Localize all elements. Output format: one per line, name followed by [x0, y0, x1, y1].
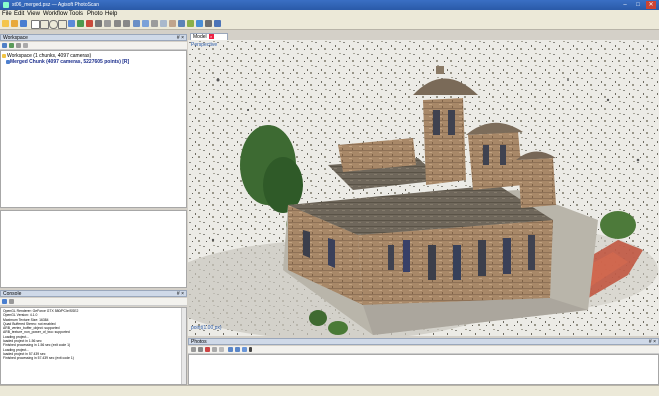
close-window-button[interactable]: ✕ [646, 1, 656, 9]
model-viewport[interactable]: Perspective point(1.00 px) [188, 40, 659, 336]
point-cloud-render [188, 40, 659, 336]
delete-icon[interactable] [95, 20, 102, 27]
menu-view[interactable]: View [27, 10, 40, 19]
photo-rotate-icon[interactable] [212, 347, 217, 352]
menu-edit[interactable]: Edit [14, 10, 24, 19]
workspace-panel-controls[interactable]: # × [177, 35, 184, 42]
photos-pane [188, 354, 659, 385]
photos-toolbar [188, 346, 659, 354]
photo-thumbnails-icon[interactable] [242, 347, 247, 352]
reset-view-icon[interactable] [187, 20, 194, 27]
textured-icon[interactable] [169, 20, 176, 27]
minimize-button[interactable]: – [620, 1, 630, 9]
menu-photo[interactable]: Photo [87, 10, 103, 19]
remove-item-icon[interactable] [23, 43, 28, 48]
circle-select-icon[interactable] [49, 20, 58, 29]
main-toolbar [0, 19, 659, 30]
menu-file[interactable]: File [2, 10, 12, 19]
select-icon[interactable] [31, 20, 40, 29]
view-mode-label: Perspective [191, 42, 218, 48]
add-chunk-icon[interactable] [2, 43, 7, 48]
shape-mode-icon[interactable] [133, 20, 140, 27]
workspace-toolbar [0, 42, 187, 50]
console-toolbar [0, 298, 187, 306]
app-icon [3, 2, 9, 8]
console-panel-title: Console # × [0, 290, 187, 297]
menu-workflow[interactable]: Workflow [43, 10, 68, 19]
resize-region-icon[interactable] [77, 20, 84, 27]
photos-panel-controls[interactable]: # × [649, 339, 656, 346]
workspace-title: Workspace [3, 35, 28, 41]
photo-remove-icon[interactable] [205, 347, 210, 352]
menu-tools[interactable]: Tools [69, 10, 83, 19]
close-tab-icon[interactable]: × [208, 34, 214, 40]
console-log: OpenGL Renderer: GeForce GTX 580/PCIe/SS… [0, 307, 187, 385]
navigation-icon[interactable] [196, 20, 203, 27]
add-marker-icon[interactable] [214, 20, 221, 27]
open-icon[interactable] [11, 20, 18, 27]
rotate-region-icon[interactable] [86, 20, 93, 27]
photo-reset-icon[interactable] [219, 347, 224, 352]
save-log-icon[interactable] [2, 299, 7, 304]
console-title: Console [3, 291, 22, 297]
console-line: Finished processing in 57.439 sec (exit … [3, 356, 74, 361]
window-title: st06_merged.psz — Agisoft PhotoScan [12, 2, 99, 8]
wireframe-icon[interactable] [160, 20, 167, 27]
photos-title: Photos [191, 339, 207, 345]
merged-chunk-label[interactable]: Merged Chunk (4097 cameras, 5227605 poin… [10, 59, 129, 65]
photos-panel-title: Photos # × [188, 338, 659, 345]
point-cloud-icon[interactable] [142, 20, 149, 27]
dropdown-arrow-icon[interactable] [249, 347, 252, 352]
reference-pane [0, 210, 187, 288]
photo-filter-icon[interactable] [191, 347, 196, 352]
photo-details-icon[interactable] [235, 347, 240, 352]
free-select-icon[interactable] [58, 20, 67, 29]
maximize-button[interactable]: □ [633, 1, 643, 9]
cameras-icon[interactable] [178, 20, 185, 27]
dense-cloud-icon[interactable] [151, 20, 158, 27]
photo-enable-icon[interactable] [198, 347, 203, 352]
add-marker-small-icon[interactable] [16, 43, 21, 48]
workspace-tree: Workspace (1 chunks, 4097 cameras) Merge… [0, 50, 187, 208]
zoom-icon[interactable] [205, 20, 212, 27]
undo-icon[interactable] [114, 20, 121, 27]
console-lines: OpenGL Renderer: GeForce GTX 580/PCIe/SS… [3, 309, 78, 361]
console-scrollbar[interactable] [181, 308, 186, 384]
redo-icon[interactable] [123, 20, 130, 27]
menu-bar: File Edit View Workflow Tools Photo Help [0, 10, 659, 19]
status-bar [0, 385, 659, 396]
photo-view-icon[interactable] [228, 347, 233, 352]
console-panel-controls[interactable]: # × [177, 291, 184, 298]
workspace-folder-icon [2, 54, 6, 58]
workspace-panel-title: Workspace # × [0, 34, 187, 41]
point-size-label: point(1.00 px) [191, 325, 222, 331]
window-titlebar: st06_merged.psz — Agisoft PhotoScan – □ … [0, 0, 659, 10]
clear-log-icon[interactable] [9, 299, 14, 304]
add-photos-icon[interactable] [9, 43, 14, 48]
tab-model[interactable]: Model × [190, 33, 228, 40]
rectangle-select-icon[interactable] [40, 20, 49, 29]
move-region-icon[interactable] [68, 20, 75, 27]
crop-icon[interactable] [104, 20, 111, 27]
menu-help[interactable]: Help [105, 10, 117, 19]
save-icon[interactable] [20, 20, 27, 27]
new-icon[interactable] [2, 20, 9, 27]
